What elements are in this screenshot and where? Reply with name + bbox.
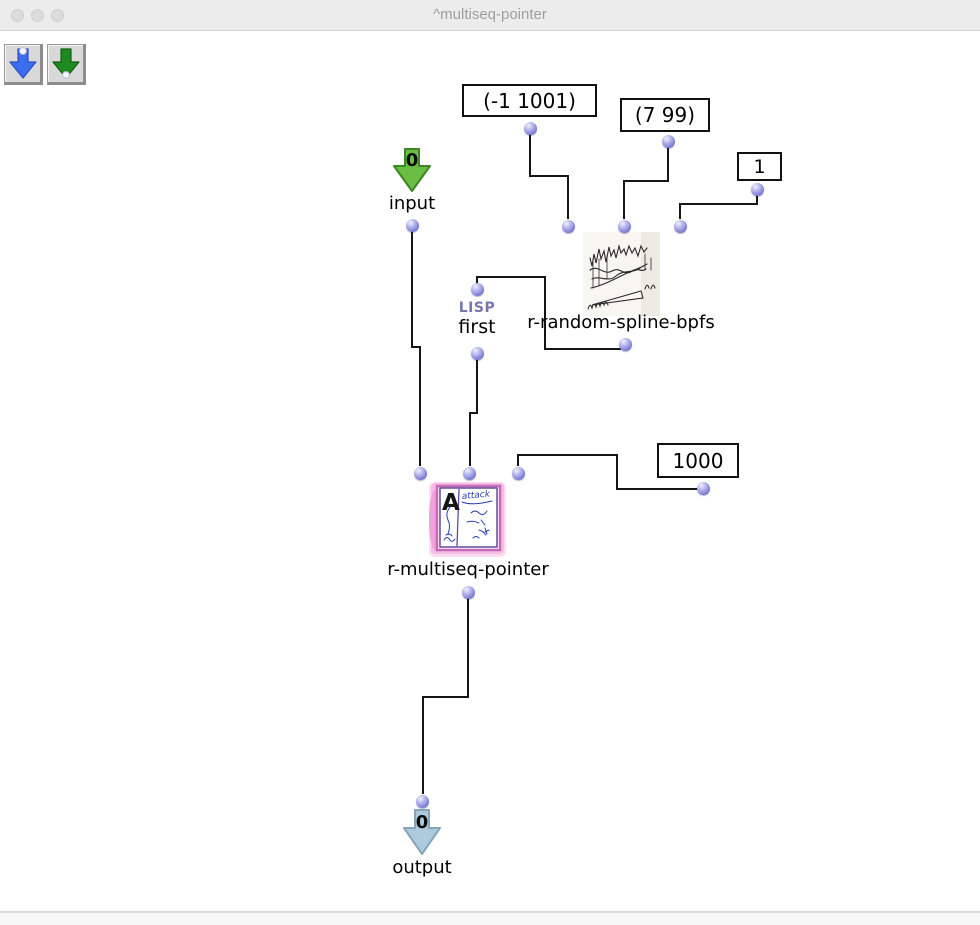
port-pair-outlet[interactable] bbox=[662, 135, 675, 148]
random-spline-sketch-image[interactable] bbox=[583, 232, 660, 316]
output-node-label[interactable]: output bbox=[372, 857, 472, 878]
window-title: ^multiseq-pointer bbox=[0, 0, 980, 30]
port-input-outlet[interactable] bbox=[406, 219, 419, 232]
value-box-one[interactable]: 1 bbox=[737, 152, 782, 181]
add-output-button[interactable] bbox=[47, 44, 86, 85]
multiseq-pointer-sketch-image[interactable]: A attack bbox=[429, 482, 506, 557]
port-one-outlet[interactable] bbox=[751, 183, 764, 196]
value-box-range[interactable]: (-1 1001) bbox=[462, 84, 597, 117]
port-multiseq-inlet-2[interactable] bbox=[463, 467, 476, 480]
port-spline-inlet-3[interactable] bbox=[674, 220, 687, 233]
port-spline-inlet-1[interactable] bbox=[562, 220, 575, 233]
port-first-inlet[interactable] bbox=[471, 283, 484, 296]
app-window: ^multiseq-pointer 0 input (-1 1001) (7 9… bbox=[0, 0, 980, 925]
random-spline-node-label[interactable]: r-random-spline-bpfs bbox=[496, 312, 746, 333]
wire-range-to-spline bbox=[530, 134, 568, 219]
port-first-outlet[interactable] bbox=[471, 347, 484, 360]
multiseq-pointer-node-label[interactable]: r-multiseq-pointer bbox=[368, 559, 568, 580]
patch-wires bbox=[0, 0, 980, 925]
green-down-arrow-icon bbox=[51, 47, 81, 80]
port-output-inlet[interactable] bbox=[416, 795, 429, 808]
add-input-button[interactable] bbox=[4, 44, 43, 85]
port-spline-outlet[interactable] bbox=[619, 338, 632, 351]
wire-input-to-multiseq bbox=[412, 231, 420, 466]
port-range-outlet[interactable] bbox=[524, 122, 537, 135]
input-node-label[interactable]: input bbox=[362, 193, 462, 214]
wire-one-to-spline bbox=[680, 195, 757, 219]
output-badge: 0 bbox=[403, 812, 441, 833]
wire-pair-to-spline bbox=[624, 147, 668, 219]
port-multiseq-inlet-1[interactable] bbox=[414, 467, 427, 480]
value-box-pair[interactable]: (7 99) bbox=[620, 98, 710, 132]
port-spline-inlet-2[interactable] bbox=[618, 220, 631, 233]
port-multiseq-outlet[interactable] bbox=[462, 586, 475, 599]
input-badge: 0 bbox=[393, 150, 431, 171]
title-bar[interactable]: ^multiseq-pointer bbox=[0, 0, 980, 31]
port-multiseq-inlet-3[interactable] bbox=[512, 467, 525, 480]
port-1000-outlet[interactable] bbox=[697, 482, 710, 495]
value-box-1000[interactable]: 1000 bbox=[657, 443, 739, 478]
sketch-letter-A: A bbox=[442, 490, 460, 516]
wire-multiseq-to-output bbox=[423, 598, 468, 794]
blue-down-arrow-icon bbox=[8, 47, 38, 80]
wire-first-to-multiseq bbox=[470, 359, 477, 466]
status-bar bbox=[0, 911, 980, 925]
